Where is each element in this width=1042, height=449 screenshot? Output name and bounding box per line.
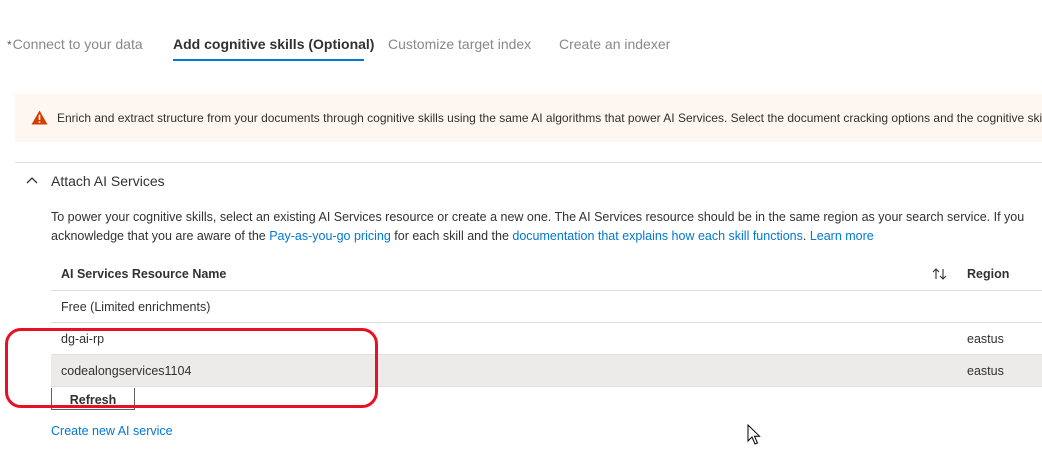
description-text-c: . — [802, 228, 810, 243]
tab-add-cognitive-skills-label: Add cognitive skills (Optional) — [173, 36, 375, 52]
description-text-a: acknowledge that you are aware of the — [51, 228, 270, 243]
pricing-link[interactable]: Pay-as-you-go pricing — [269, 229, 391, 243]
required-mark: * — [7, 38, 12, 52]
section-divider — [15, 162, 1042, 163]
tab-create-indexer-label: Create an indexer — [559, 36, 671, 52]
chevron-up-icon[interactable] — [25, 173, 39, 187]
resource-region: eastus — [967, 332, 1004, 346]
tab-customize-index-label: Customize target index — [388, 36, 532, 52]
table-row[interactable]: Free (Limited enrichments) — [51, 291, 1042, 323]
active-tab-indicator — [173, 59, 364, 61]
section-title-attach-ai[interactable]: Attach AI Services — [51, 173, 165, 189]
learn-more-link[interactable]: Learn more — [810, 229, 874, 243]
annotation-highlight-box — [5, 328, 378, 408]
tab-connect-data-label: Connect to your data — [12, 36, 143, 52]
wizard-tabs: *Connect to your data Add cognitive skil… — [0, 0, 1042, 64]
grid-header: AI Services Resource Name Region — [51, 258, 1042, 291]
documentation-link[interactable]: documentation that explains how each ski… — [512, 229, 802, 243]
section-description: To power your cognitive skills, select a… — [51, 208, 1042, 245]
sort-icon[interactable] — [931, 266, 949, 282]
description-text-b: for each skill and the — [390, 228, 513, 243]
tab-add-cognitive-skills[interactable]: Add cognitive skills (Optional) — [173, 36, 374, 52]
mouse-cursor-icon — [747, 424, 761, 445]
column-header-region[interactable]: Region — [967, 267, 1009, 281]
create-ai-service-link[interactable]: Create new AI service — [51, 424, 173, 438]
resource-name: Free (Limited enrichments) — [61, 300, 211, 314]
tab-create-indexer[interactable]: Create an indexer — [559, 36, 670, 52]
warning-banner: Enrich and extract structure from your d… — [15, 94, 1042, 142]
warning-text: Enrich and extract structure from your d… — [57, 111, 1042, 125]
column-header-name[interactable]: AI Services Resource Name — [61, 267, 226, 281]
description-line1: To power your cognitive skills, select a… — [51, 210, 1025, 224]
resource-region: eastus — [967, 364, 1004, 378]
tab-connect-data[interactable]: *Connect to your data — [7, 36, 143, 52]
tab-customize-index[interactable]: Customize target index — [388, 36, 531, 52]
warning-triangle-icon — [31, 110, 48, 125]
